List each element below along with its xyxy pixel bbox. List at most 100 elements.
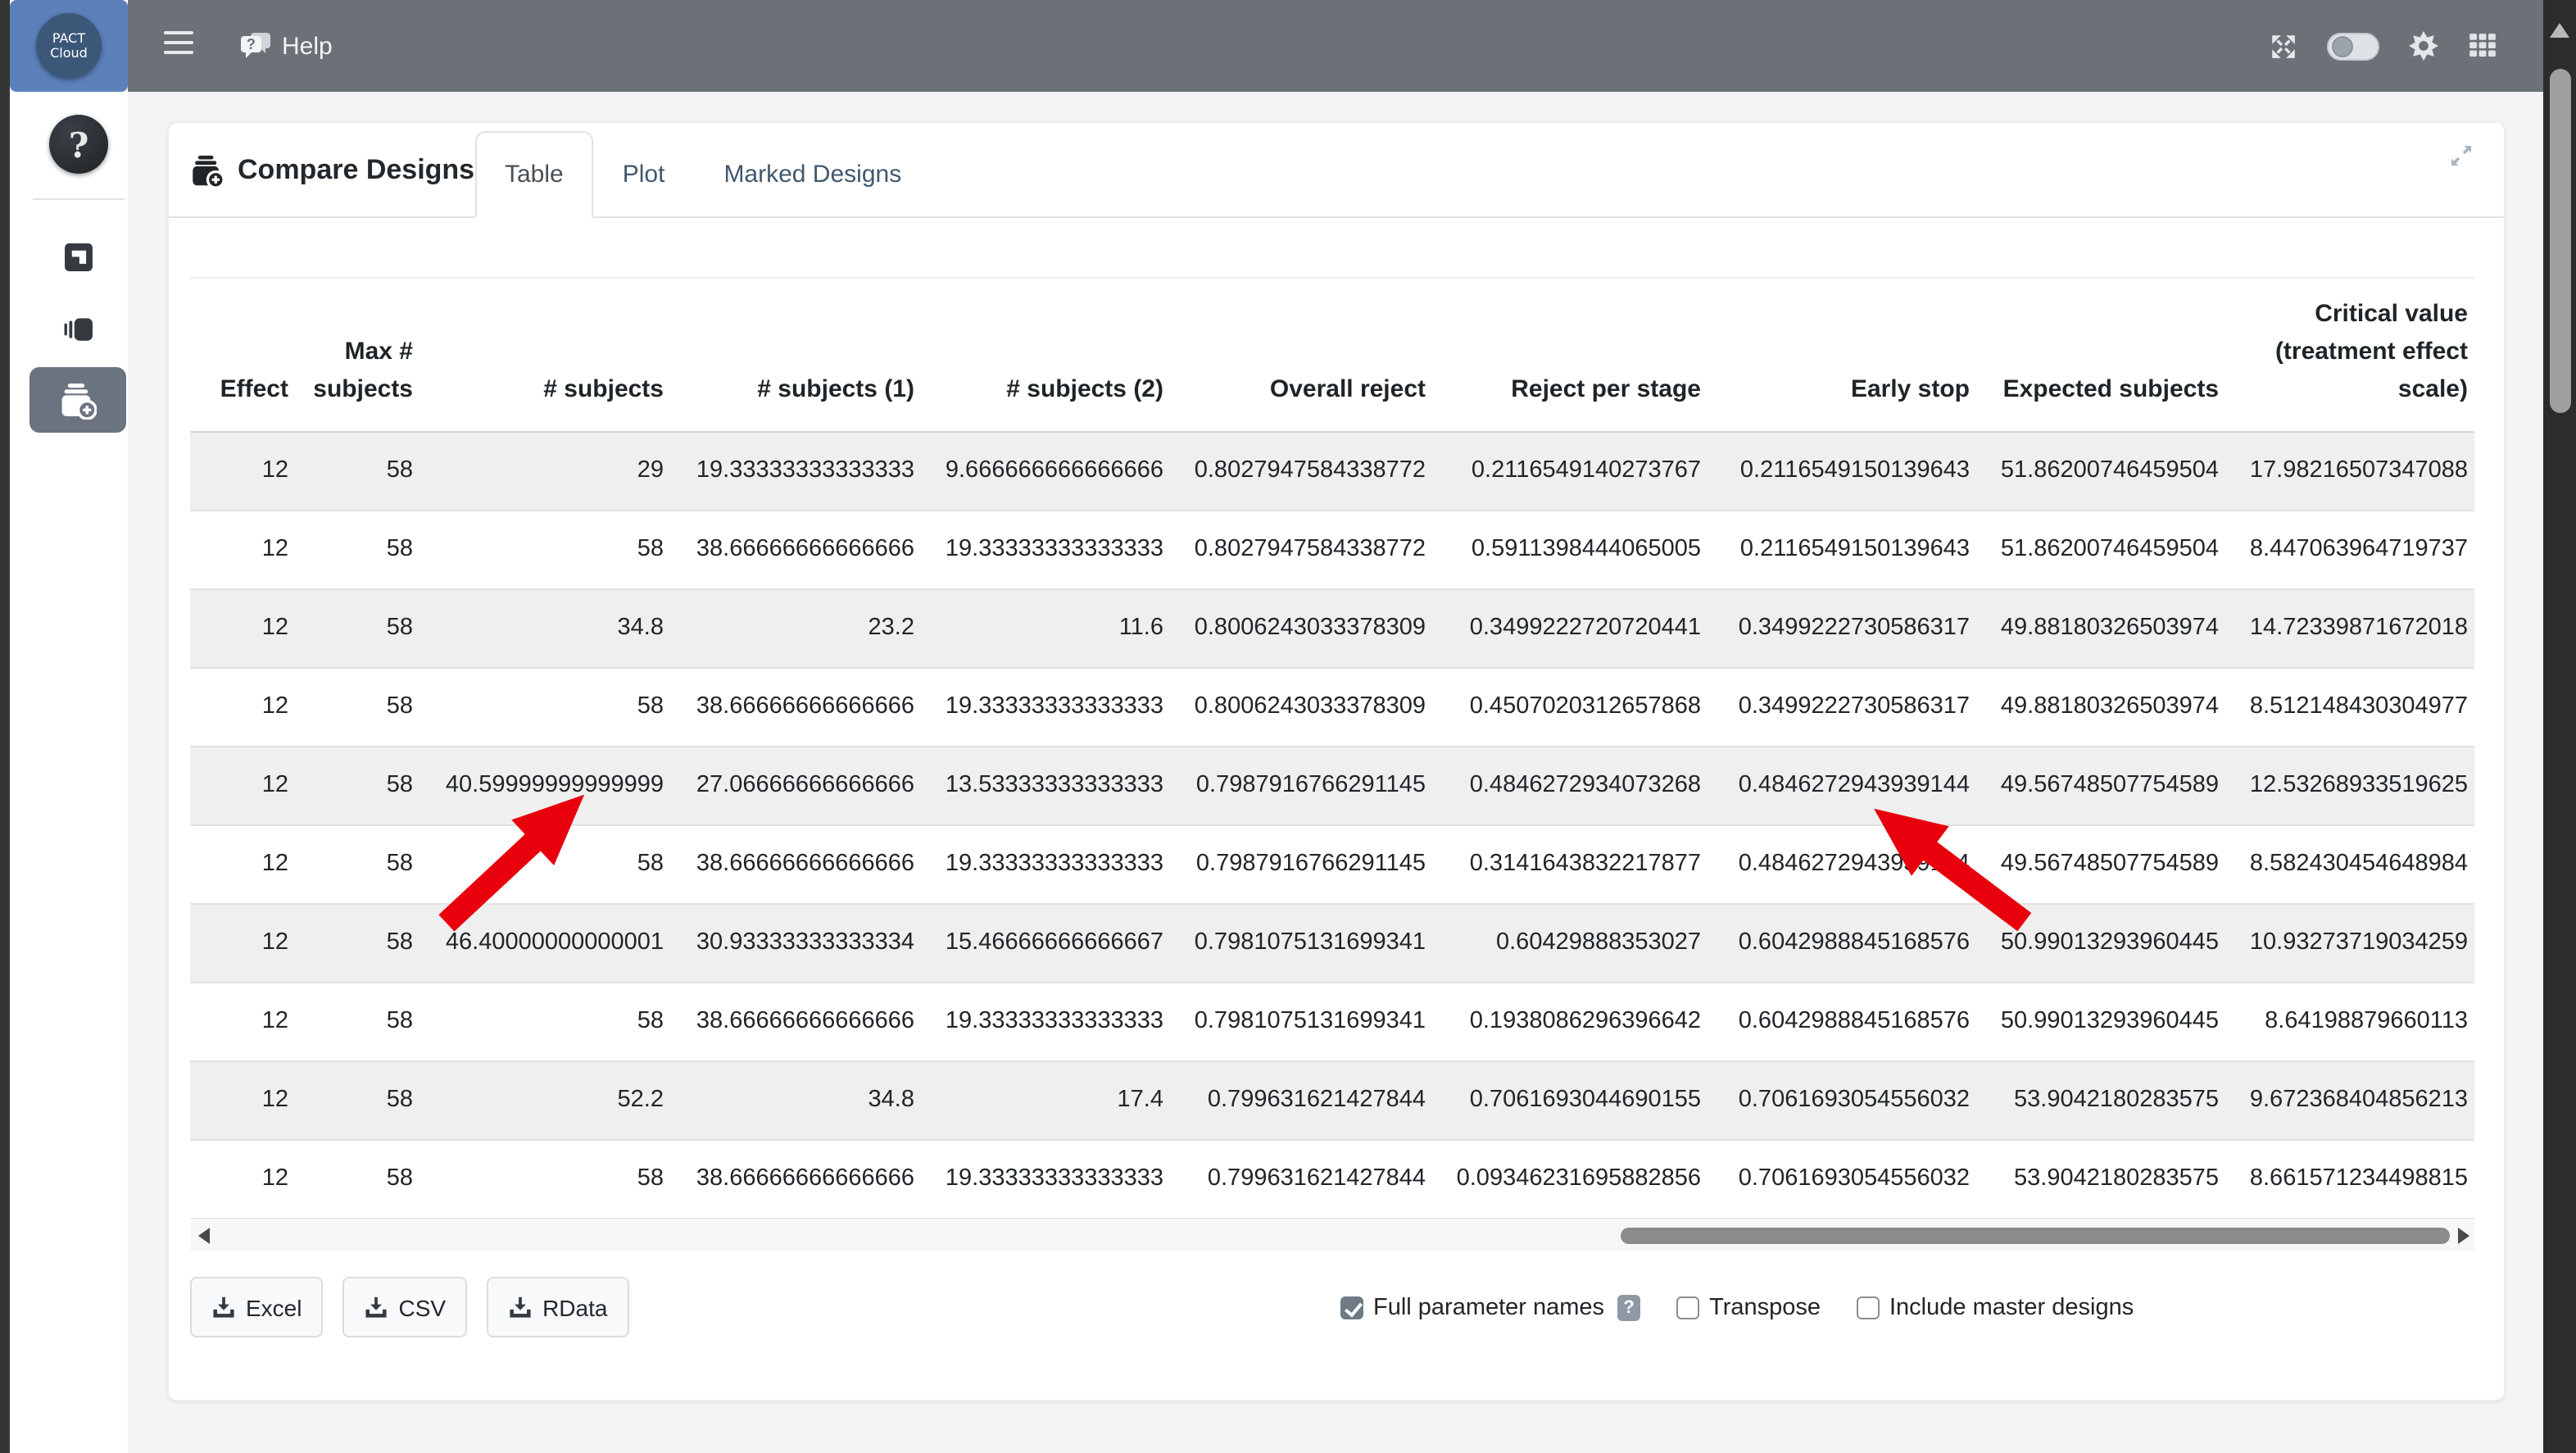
sidebar: PACT Cloud ?	[10, 0, 128, 1453]
table-cell: 0.4846272943939144	[1708, 746, 1976, 824]
table-cell: 19.33333333333333	[921, 667, 1170, 746]
gear-icon[interactable]	[2409, 31, 2438, 61]
tab-plot[interactable]: Plot	[593, 131, 695, 218]
table-row[interactable]: 12585838.6666666666666619.33333333333333…	[190, 667, 2474, 746]
table-row[interactable]: 125852.234.817.40.7996316214278440.70616…	[190, 1060, 2474, 1139]
fullscreen-icon[interactable]	[2270, 32, 2297, 60]
sidebar-item-design[interactable]	[29, 229, 126, 285]
table-cell: 0.8027947584338772	[1170, 431, 1432, 510]
table-cell: 12	[190, 746, 295, 824]
expand-card-button[interactable]	[2448, 143, 2474, 169]
table-cell: 58	[295, 824, 420, 903]
table-cell: 8.64198879660113	[2225, 982, 2474, 1060]
page: PACT Cloud ?	[0, 0, 2576, 1453]
column-header[interactable]: # subjects (1)	[670, 279, 921, 431]
column-header[interactable]: Critical value (treatment effect scale)	[2225, 279, 2474, 431]
table-cell: 0.4846272934073268	[1432, 746, 1708, 824]
sidebar-item-compare-designs[interactable]	[29, 367, 126, 433]
scroll-right-icon[interactable]	[2458, 1227, 2469, 1243]
table-cell: 19.33333333333333	[921, 824, 1170, 903]
checkbox-box[interactable]	[1857, 1296, 1880, 1319]
compare-designs-title-icon	[190, 153, 224, 188]
excel-download-button[interactable]: Excel	[190, 1277, 323, 1337]
tab-marked-designs[interactable]: Marked Designs	[694, 131, 931, 218]
table-cell: 46.40000000000001	[420, 903, 670, 982]
table-row[interactable]: 12585838.6666666666666619.33333333333333…	[190, 982, 2474, 1060]
table-cell: 51.86200746459504	[1976, 510, 2225, 588]
table-cell: 12	[190, 824, 295, 903]
checkbox-full-parameter-names[interactable]: Full parameter names ?	[1340, 1294, 1640, 1320]
table-row[interactable]: 125834.823.211.60.80062430333783090.3499…	[190, 588, 2474, 667]
project-avatar[interactable]: ?	[49, 115, 108, 174]
column-header[interactable]: Overall reject	[1170, 279, 1432, 431]
help-badge-icon[interactable]: ?	[1617, 1294, 1640, 1320]
download-icon	[211, 1295, 236, 1319]
table-cell: 34.8	[670, 1060, 921, 1139]
window-left-edge	[0, 0, 10, 1453]
column-header[interactable]: Expected subjects	[1976, 279, 2225, 431]
checkbox-include-master-designs[interactable]: Include master designs	[1857, 1294, 2134, 1320]
app-logo[interactable]: PACT Cloud	[10, 0, 128, 92]
table-cell: 0.799631621427844	[1170, 1060, 1432, 1139]
table-cell: 0.7061693054556032	[1708, 1060, 1976, 1139]
sidebar-divider	[33, 198, 125, 200]
table-cell: 38.66666666666666	[670, 510, 921, 588]
table-cell: 23.2	[670, 588, 921, 667]
theme-toggle[interactable]	[2327, 32, 2379, 60]
column-header[interactable]: Reject per stage	[1432, 279, 1708, 431]
table-cell: 58	[295, 746, 420, 824]
table-cell: 58	[295, 510, 420, 588]
column-header[interactable]: Early stop	[1708, 279, 1976, 431]
csv-download-button[interactable]: CSV	[342, 1277, 467, 1337]
scroll-left-icon[interactable]	[198, 1227, 210, 1243]
table-cell: 0.2116549150139643	[1708, 510, 1976, 588]
checkbox-box[interactable]	[1340, 1296, 1363, 1319]
horizontal-scrollbar[interactable]	[190, 1220, 2474, 1250]
table-cell: 29	[420, 431, 670, 510]
toggle-knob	[2331, 35, 2352, 57]
rdata-download-button[interactable]: RData	[487, 1277, 628, 1337]
designs-table-wrap: EffectMax # subjects# subjects# subjects…	[190, 277, 2474, 1250]
column-header[interactable]: Max # subjects	[295, 279, 420, 431]
table-row[interactable]: 125846.4000000000000130.9333333333333415…	[190, 903, 2474, 982]
table-cell: 19.33333333333333	[921, 982, 1170, 1060]
table-row[interactable]: 12585838.6666666666666619.33333333333333…	[190, 824, 2474, 903]
table-cell: 58	[420, 510, 670, 588]
column-header[interactable]: # subjects	[420, 279, 670, 431]
menu-toggle-icon[interactable]	[164, 31, 193, 61]
logo-line2: Cloud	[50, 46, 88, 61]
table-row[interactable]: 12582919.333333333333339.666666666666666…	[190, 431, 2474, 510]
designs-table: EffectMax # subjects# subjects# subjects…	[190, 279, 2474, 1219]
table-body: 12582919.333333333333339.666666666666666…	[190, 431, 2474, 1218]
table-cell: 0.6042988845168576	[1708, 903, 1976, 982]
table-cell: 38.66666666666666	[670, 982, 921, 1060]
table-cell: 49.56748507754589	[1976, 746, 2225, 824]
main-content: Compare Designs Table Plot Marked Design…	[128, 92, 2543, 1453]
design-cards-icon	[62, 312, 93, 343]
pact-cloud-logo-icon: PACT Cloud	[36, 13, 102, 79]
grid-icon[interactable]	[2468, 31, 2497, 61]
download-icon	[364, 1295, 388, 1319]
column-header[interactable]: # subjects (2)	[921, 279, 1170, 431]
tab-table[interactable]: Table	[475, 131, 593, 218]
checkbox-transpose[interactable]: Transpose	[1676, 1294, 1821, 1320]
table-cell: 58	[420, 982, 670, 1060]
rdata-label: RData	[542, 1294, 607, 1320]
design-step-icon	[63, 243, 93, 272]
download-buttons: Excel CSV	[190, 1277, 628, 1337]
horizontal-scrollbar-thumb[interactable]	[1621, 1227, 2450, 1243]
table-cell: 58	[420, 824, 670, 903]
table-cell: 53.9042180283575	[1976, 1060, 2225, 1139]
scroll-up-icon[interactable]	[2550, 23, 2569, 38]
checkbox-box[interactable]	[1676, 1296, 1699, 1319]
column-header[interactable]: Effect	[190, 279, 295, 431]
vertical-scrollbar-thumb[interactable]	[2549, 69, 2570, 413]
table-cell: 11.6	[921, 588, 1170, 667]
table-row[interactable]: 125840.5999999999999927.0666666666666613…	[190, 746, 2474, 824]
help-button[interactable]: ? Help	[239, 0, 333, 92]
table-cell: 50.99013293960445	[1976, 903, 2225, 982]
table-row[interactable]: 12585838.6666666666666619.33333333333333…	[190, 510, 2474, 588]
vertical-scrollbar[interactable]	[2543, 0, 2576, 1453]
sidebar-item-design-list[interactable]	[29, 300, 126, 356]
table-row[interactable]: 12585838.6666666666666619.33333333333333…	[190, 1139, 2474, 1218]
